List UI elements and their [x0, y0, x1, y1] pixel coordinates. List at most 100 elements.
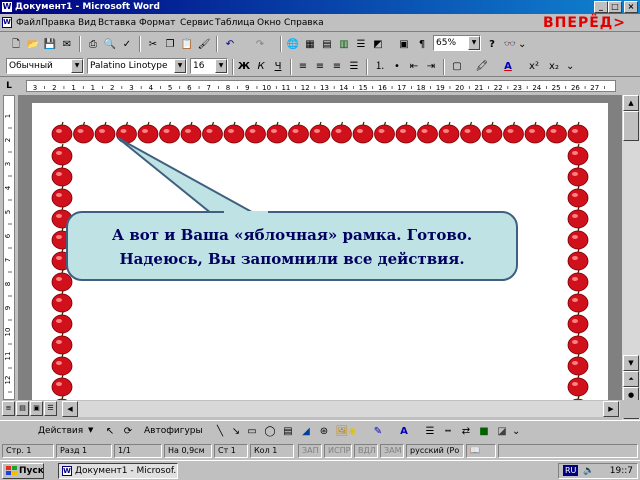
- speaker-icon[interactable]: 🔈: [583, 464, 594, 478]
- font-color-button[interactable]: A: [500, 59, 516, 74]
- print-layout-button[interactable]: ▣: [30, 401, 43, 416]
- font-color-icon[interactable]: A: [396, 424, 412, 439]
- status-language[interactable]: русский (Ро: [406, 444, 464, 458]
- ruler-track[interactable]: 3 2 1 1 2 3 4 5 6 7 8 9 10 11 12 13 14 15 16 17 18 19 20 21 22 23…: [26, 80, 616, 92]
- oval-icon[interactable]: ◯: [262, 424, 278, 439]
- wordart-icon[interactable]: ◢: [298, 424, 314, 439]
- menu-window[interactable]: Окно: [257, 17, 281, 29]
- menu-edit[interactable]: Правка: [41, 17, 75, 29]
- save-icon[interactable]: 💾: [42, 37, 58, 52]
- chevron-down-icon[interactable]: ▼: [88, 426, 93, 434]
- menu-table[interactable]: Таблица: [215, 17, 255, 29]
- insert-excel-icon[interactable]: ▥: [336, 37, 352, 52]
- print-preview-icon[interactable]: 🔍: [102, 37, 118, 52]
- bullets-icon[interactable]: •: [389, 59, 405, 74]
- justify-icon[interactable]: ☰: [346, 59, 362, 74]
- underline-button[interactable]: Ч: [270, 59, 286, 74]
- read-icon[interactable]: 👓: [502, 37, 518, 52]
- rotate-icon[interactable]: ⟳: [120, 424, 136, 439]
- numbering-icon[interactable]: ⒈: [372, 59, 388, 74]
- font-size-select[interactable]: 16 ▼: [190, 58, 228, 74]
- arrow-icon[interactable]: ↘: [228, 424, 244, 439]
- font-select[interactable]: Palatino Linotype ▼: [87, 58, 187, 74]
- hyperlink-icon[interactable]: 🌐: [285, 37, 301, 52]
- style-select[interactable]: Обычный ▼: [6, 58, 84, 74]
- line-color-icon[interactable]: ✎: [370, 424, 386, 439]
- forward-nav-button[interactable]: ВПЕРЁД>: [543, 14, 626, 32]
- copy-icon[interactable]: ❐: [162, 37, 178, 52]
- spelling-status-icon[interactable]: 📖: [466, 444, 496, 458]
- autoshapes-menu[interactable]: Автофигуры: [144, 426, 203, 436]
- menu-tools[interactable]: Сервис: [180, 17, 214, 29]
- menu-help[interactable]: Справка: [284, 17, 324, 29]
- actions-menu[interactable]: Действия: [38, 426, 83, 436]
- status-extend[interactable]: ВДЛ: [354, 444, 378, 458]
- start-button[interactable]: Пуск: [2, 463, 44, 479]
- maximize-button[interactable]: □: [608, 1, 622, 13]
- chevron-down-icon[interactable]: ▼: [174, 59, 186, 73]
- subscript-icon[interactable]: x₂: [546, 59, 562, 74]
- open-folder-icon[interactable]: 📂: [25, 37, 41, 52]
- new-document-icon[interactable]: 🗋: [8, 37, 24, 52]
- decrease-indent-icon[interactable]: ⇤: [406, 59, 422, 74]
- align-center-icon[interactable]: ≡: [312, 59, 328, 74]
- menu-insert[interactable]: Вставка: [98, 17, 136, 29]
- columns-icon[interactable]: ☰: [353, 37, 369, 52]
- paste-icon[interactable]: 📋: [179, 37, 195, 52]
- language-indicator[interactable]: RU: [563, 465, 579, 476]
- insert-table-icon[interactable]: ▤: [319, 37, 335, 52]
- title-bar[interactable]: W Документ1 - Microsoft Word _ □ ×: [0, 0, 640, 14]
- previous-page-button[interactable]: ⏶: [623, 371, 639, 387]
- borders-icon[interactable]: ▢: [449, 59, 465, 74]
- toolbar-options-icon[interactable]: ⌄: [566, 59, 574, 74]
- zoom-select[interactable]: 65% ▼: [433, 35, 481, 51]
- help-icon[interactable]: ?: [484, 37, 500, 52]
- italic-button[interactable]: К: [253, 59, 269, 74]
- line-style-icon[interactable]: ☰: [422, 424, 438, 439]
- undo-icon[interactable]: ↶: [222, 37, 238, 52]
- tables-borders-icon[interactable]: ▦: [302, 37, 318, 52]
- align-right-icon[interactable]: ≡: [329, 59, 345, 74]
- show-formatting-icon[interactable]: ¶: [414, 37, 430, 52]
- close-button[interactable]: ×: [624, 1, 638, 13]
- format-painter-icon[interactable]: 🖌: [196, 37, 212, 52]
- minimize-button[interactable]: _: [594, 1, 608, 13]
- diagram-icon[interactable]: ⊛: [316, 424, 332, 439]
- redo-icon[interactable]: ↷: [252, 37, 268, 52]
- menu-file[interactable]: Файл: [16, 17, 41, 29]
- taskbar-word-document[interactable]: W Документ1 - Microsof...: [58, 463, 178, 479]
- chevron-down-icon[interactable]: ▼: [215, 59, 227, 73]
- document-map-icon[interactable]: ▣: [396, 37, 412, 52]
- scroll-thumb[interactable]: [623, 111, 639, 141]
- chevron-down-icon[interactable]: ▼: [468, 36, 480, 50]
- select-objects-icon[interactable]: ↖: [102, 424, 118, 439]
- scroll-left-button[interactable]: ◀: [62, 401, 78, 417]
- tab-selector[interactable]: L: [3, 80, 15, 92]
- fill-color-icon[interactable]: ◈: [344, 424, 360, 439]
- status-track-changes[interactable]: ИСПР: [324, 444, 352, 458]
- document-menu-icon[interactable]: W: [2, 17, 12, 28]
- rectangle-icon[interactable]: ▭: [244, 424, 260, 439]
- superscript-icon[interactable]: x²: [526, 59, 542, 74]
- outline-view-button[interactable]: ☰: [44, 401, 57, 416]
- arrow-style-icon[interactable]: ⇄: [458, 424, 474, 439]
- horizontal-scrollbar[interactable]: ◀ ▶: [62, 401, 620, 417]
- vertical-scrollbar[interactable]: ▲ ▼ ⏶ ● ⏷: [622, 95, 640, 420]
- menu-view[interactable]: Вид: [78, 17, 96, 29]
- scroll-right-button[interactable]: ▶: [603, 401, 619, 417]
- line-icon[interactable]: ╲: [212, 424, 228, 439]
- clock[interactable]: 19::7: [610, 464, 633, 478]
- email-icon[interactable]: ✉: [59, 37, 75, 52]
- scroll-up-button[interactable]: ▲: [623, 95, 639, 111]
- print-icon[interactable]: ⎙: [85, 37, 101, 52]
- spelling-icon[interactable]: ✓: [119, 37, 135, 52]
- word-app-icon[interactable]: W: [2, 2, 12, 12]
- toolbar-options-icon[interactable]: ⌄: [518, 37, 526, 52]
- toolbar-options-icon[interactable]: ⌄: [512, 424, 520, 439]
- highlight-icon[interactable]: 🖍: [474, 59, 490, 74]
- bold-button[interactable]: Ж: [236, 59, 252, 74]
- vruler-track[interactable]: 1 2 3 4 5 6 7 8 9 10 11 12: [3, 95, 15, 400]
- web-view-button[interactable]: ▤: [16, 401, 29, 416]
- callout-bubble[interactable]: А вот и Ваша «яблочная» рамка. Готово. Н…: [66, 211, 518, 281]
- drawing-icon[interactable]: ◩: [370, 37, 386, 52]
